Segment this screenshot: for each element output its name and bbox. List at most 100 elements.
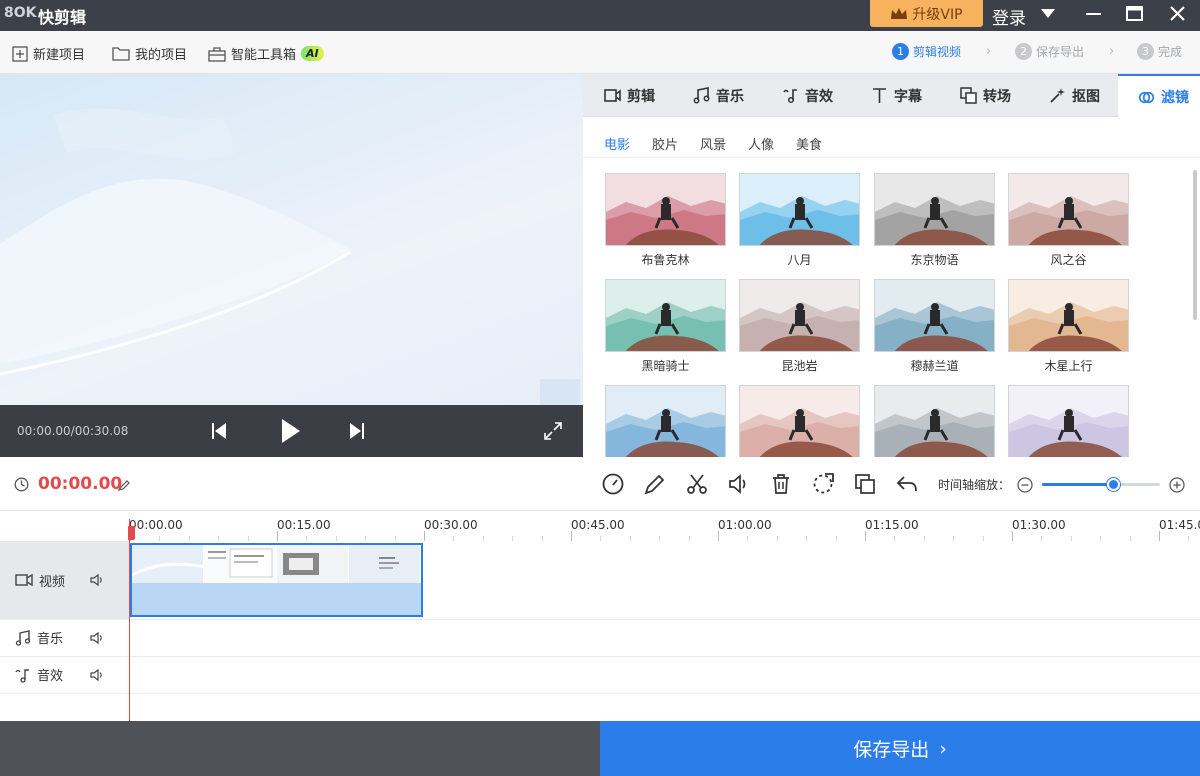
- tab-label: 字幕: [894, 88, 922, 105]
- crop-icon[interactable]: [811, 472, 835, 496]
- filter-panel: 电影 胶片 风景 人像 美食 布鲁克林 八月 东京物语 风之谷黑暗骑士 昆池岩 穆赫兰道 木…: [583, 117, 1200, 457]
- track-label: 视频: [39, 574, 66, 590]
- filter-item[interactable]: [874, 385, 995, 457]
- edit-time-icon[interactable]: [118, 479, 130, 491]
- video-preview[interactable]: [0, 74, 583, 405]
- step-label: 完成: [1158, 45, 1183, 59]
- video-icon: [604, 89, 621, 102]
- title-bar: 8OK 快剪辑 升级VIP 登录: [0, 0, 1200, 31]
- timeline-tracks: 视频 音乐 音效: [0, 541, 1200, 721]
- ruler-label: 00:30.00: [424, 518, 478, 532]
- minimize-button[interactable]: [1073, 0, 1113, 28]
- filter-item[interactable]: 东京物语: [874, 173, 995, 268]
- filter-category-negative[interactable]: 胶片: [652, 134, 678, 153]
- speaker-icon[interactable]: [90, 668, 104, 682]
- undo-icon[interactable]: [895, 472, 919, 496]
- sound-effect-icon: [783, 89, 797, 104]
- ruler-label: 00:45.00: [571, 518, 625, 532]
- save-export-button[interactable]: 保存导出 ›: [600, 721, 1200, 776]
- filter-thumbnail: [605, 173, 726, 246]
- play-button[interactable]: [280, 418, 302, 444]
- app-window: 8OK 快剪辑 升级VIP 登录 新建项目 我的项目 智能工具箱 AI 1 剪辑…: [0, 0, 1200, 776]
- close-button[interactable]: [1158, 0, 1198, 28]
- tab-label: 音乐: [716, 88, 744, 105]
- filter-label: 八月: [787, 253, 812, 267]
- new-project-button[interactable]: 新建项目: [12, 44, 85, 63]
- playhead-handle[interactable]: [128, 526, 135, 540]
- zoom-in-icon[interactable]: [1169, 477, 1185, 493]
- fullscreen-button[interactable]: [543, 421, 563, 441]
- playhead[interactable]: [129, 519, 130, 722]
- filter-thumbnail: [1008, 173, 1129, 246]
- sound-effect-icon: [15, 668, 29, 683]
- step-number: 1: [892, 43, 909, 60]
- filter-item[interactable]: [739, 385, 860, 457]
- filter-scrollbar[interactable]: [1193, 170, 1197, 320]
- scissors-icon[interactable]: [685, 472, 709, 496]
- tab-label: 抠图: [1072, 88, 1100, 105]
- transition-icon: [960, 87, 977, 104]
- playback-time: 00:00.00/00:30.08: [17, 424, 129, 438]
- speed-icon[interactable]: [601, 472, 625, 496]
- clip-frame: [276, 545, 349, 583]
- tab-filters[interactable]: 滤镜: [1118, 74, 1200, 118]
- tab-music[interactable]: 音乐: [693, 74, 744, 117]
- divider: [583, 157, 1200, 158]
- filter-category-food[interactable]: 美食: [796, 134, 822, 153]
- filter-item[interactable]: 穆赫兰道: [874, 279, 995, 374]
- filter-item[interactable]: 黑暗骑士: [605, 279, 726, 374]
- filter-category-film[interactable]: 电影: [604, 134, 630, 153]
- filter-item[interactable]: 昆池岩: [739, 279, 860, 374]
- filter-label: 昆池岩: [781, 359, 818, 373]
- filter-thumbnail: [874, 279, 995, 352]
- divider: [0, 693, 1200, 694]
- zoom-slider-handle[interactable]: [1106, 478, 1120, 491]
- zoom-out-icon[interactable]: [1017, 477, 1033, 493]
- maximize-button[interactable]: [1115, 0, 1155, 28]
- previous-frame-button[interactable]: [211, 422, 227, 440]
- speaker-icon[interactable]: [90, 631, 104, 645]
- filter-item[interactable]: [605, 385, 726, 457]
- feature-tabs: 剪辑 音乐 音效 字幕 转场 抠图 滤镜: [583, 74, 1200, 118]
- ruler-label: 01:00.00: [718, 518, 772, 532]
- smart-toolbox-button[interactable]: 智能工具箱 AI: [208, 44, 324, 63]
- tab-cutout[interactable]: 抠图: [1049, 74, 1100, 117]
- filter-category-landscape[interactable]: 风景: [700, 134, 726, 153]
- filter-thumbnail: [605, 385, 726, 457]
- filter-label: 黑暗骑士: [641, 359, 690, 373]
- filter-thumbnail: [874, 173, 995, 246]
- main-toolbar: 新建项目 我的项目 智能工具箱 AI 1 剪辑视频 › 2 保存导出 › 3 完…: [0, 31, 1200, 74]
- my-projects-button[interactable]: 我的项目: [112, 44, 187, 63]
- filter-thumbnail: [1008, 279, 1129, 352]
- login-button[interactable]: 登录: [992, 4, 1026, 29]
- tab-transitions[interactable]: 转场: [960, 74, 1011, 117]
- filter-item[interactable]: 木星上行: [1008, 279, 1129, 374]
- login-dropdown-icon[interactable]: [1041, 9, 1055, 18]
- video-clip[interactable]: [130, 543, 423, 617]
- filter-item[interactable]: 布鲁克林: [605, 173, 726, 268]
- timeline-ruler[interactable]: 00:00.00 00:15.00 00:30.00 00:45.00 01:00.00…: [0, 511, 1200, 541]
- music-track-header: 音乐: [0, 619, 130, 656]
- filter-item[interactable]: 风之谷: [1008, 173, 1129, 268]
- copy-icon[interactable]: [853, 472, 877, 496]
- trash-icon[interactable]: [769, 472, 793, 496]
- filter-thumbnail: [1008, 385, 1129, 457]
- tab-label: 音效: [805, 88, 833, 105]
- tab-subtitles[interactable]: 字幕: [871, 74, 922, 117]
- tab-sound-effects[interactable]: 音效: [782, 74, 833, 117]
- upgrade-vip-button[interactable]: 升级VIP: [870, 0, 983, 27]
- volume-icon[interactable]: [727, 472, 751, 496]
- my-projects-label: 我的项目: [135, 48, 188, 63]
- track-label: 音效: [37, 669, 64, 684]
- tab-edit[interactable]: 剪辑: [604, 74, 655, 117]
- timeline-zoom-slider[interactable]: [1042, 478, 1160, 491]
- pencil-icon[interactable]: [643, 472, 667, 496]
- ai-badge: AI: [301, 46, 324, 61]
- filter-category-portrait[interactable]: 人像: [748, 134, 774, 153]
- filter-item[interactable]: [1008, 385, 1129, 457]
- ruler-label: 00:15.00: [277, 518, 331, 532]
- filter-item[interactable]: 八月: [739, 173, 860, 268]
- clip-frame: [132, 545, 205, 583]
- speaker-icon[interactable]: [90, 573, 104, 587]
- next-frame-button[interactable]: [349, 422, 365, 440]
